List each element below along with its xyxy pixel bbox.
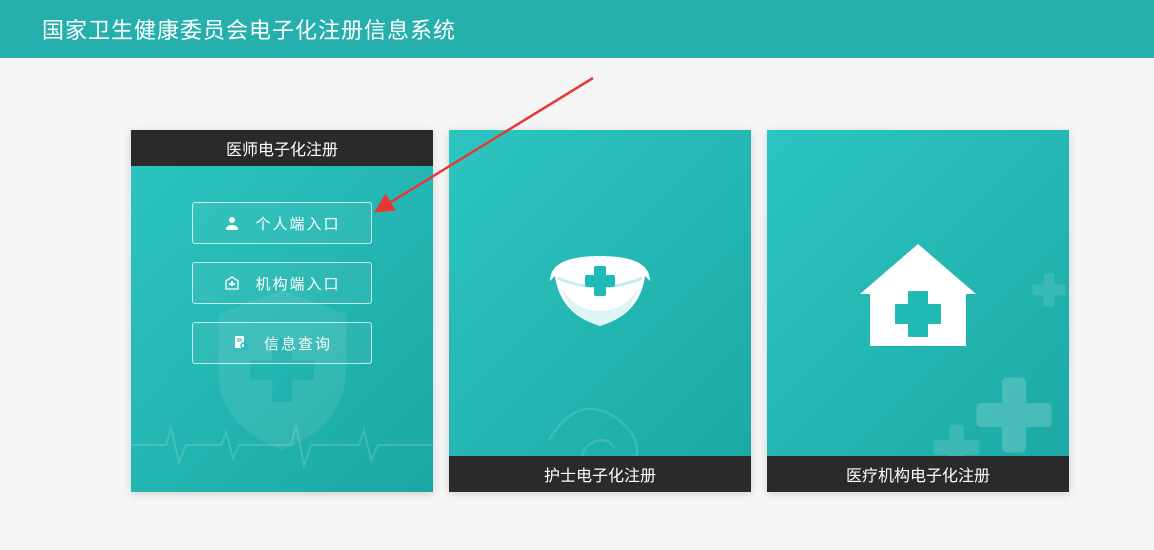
building-icon [223, 274, 241, 292]
card-nurse-title: 护士电子化注册 [449, 456, 751, 492]
card-doctor-body: 个人端入口 机构端入口 信息查询 [131, 166, 433, 492]
cards-container: 医师电子化注册 个人端入口 机构端入口 [0, 58, 1154, 492]
org-entry-label: 机构端入口 [255, 273, 340, 294]
org-entry-button[interactable]: 机构端入口 [192, 262, 372, 304]
info-query-button[interactable]: 信息查询 [192, 322, 372, 364]
page-header: 国家卫生健康委员会电子化注册信息系统 [0, 0, 1154, 58]
user-icon [223, 214, 241, 232]
card-doctor: 医师电子化注册 个人端入口 机构端入口 [131, 130, 433, 492]
card-institution-body [767, 130, 1069, 492]
personal-entry-button[interactable]: 个人端入口 [192, 202, 372, 244]
card-nurse-body [449, 130, 751, 492]
card-nurse[interactable]: 护士电子化注册 [449, 130, 751, 492]
search-doc-icon [232, 334, 250, 352]
info-query-label: 信息查询 [264, 333, 332, 354]
card-institution-title: 医疗机构电子化注册 [767, 456, 1069, 492]
personal-entry-label: 个人端入口 [255, 213, 340, 234]
page-title: 国家卫生健康委员会电子化注册信息系统 [42, 13, 456, 45]
nurse-cap-icon [530, 226, 670, 366]
card-institution[interactable]: 医疗机构电子化注册 [767, 130, 1069, 492]
medical-house-icon [848, 226, 988, 366]
card-doctor-title: 医师电子化注册 [131, 130, 433, 166]
